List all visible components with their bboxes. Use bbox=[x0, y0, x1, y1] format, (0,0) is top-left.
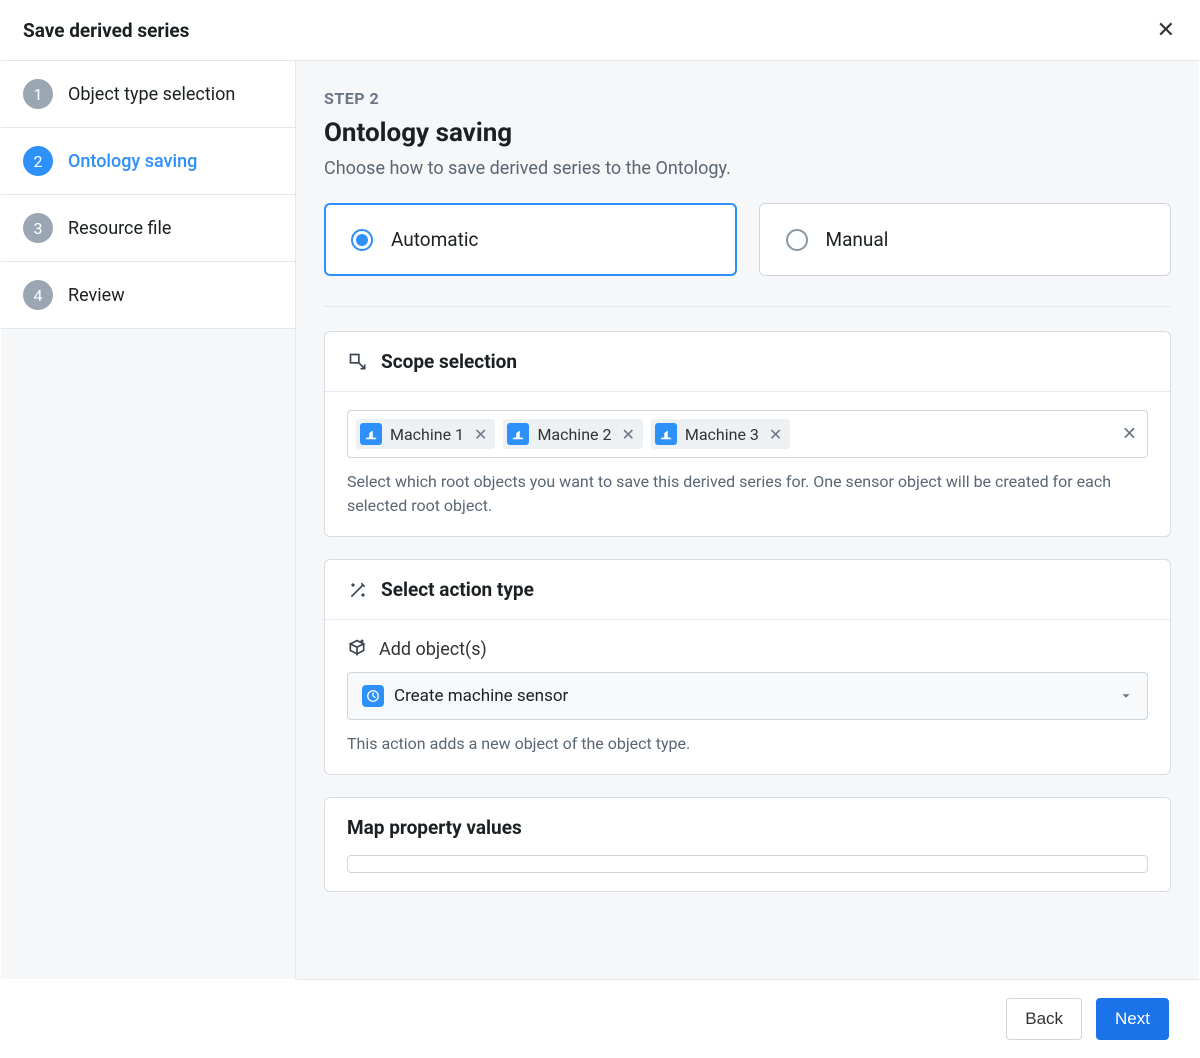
page-title: Ontology saving bbox=[324, 118, 1171, 148]
map-input-placeholder[interactable] bbox=[347, 855, 1148, 873]
dialog-body: 1 Object type selection 2 Ontology savin… bbox=[1, 61, 1199, 979]
page-subtitle: Choose how to save derived series to the… bbox=[324, 158, 1171, 179]
action-type-card: Select action type Add object(s) Create … bbox=[324, 559, 1171, 775]
chip-remove-icon[interactable]: ✕ bbox=[619, 425, 636, 444]
machine-icon bbox=[360, 423, 382, 445]
mode-automatic[interactable]: Automatic bbox=[324, 203, 737, 276]
chip-remove-icon[interactable]: ✕ bbox=[767, 425, 784, 444]
scope-chip: Machine 3 ✕ bbox=[651, 419, 790, 449]
save-mode-row: Automatic Manual bbox=[324, 203, 1171, 276]
chip-label: Machine 3 bbox=[685, 425, 759, 444]
machine-icon bbox=[507, 423, 529, 445]
card-header: Select action type bbox=[325, 560, 1170, 620]
add-objects-subhead: Add object(s) bbox=[347, 638, 1148, 660]
step-review[interactable]: 4 Review bbox=[1, 262, 295, 329]
subhead-label: Add object(s) bbox=[379, 639, 487, 660]
scope-icon bbox=[347, 351, 369, 373]
step-number: 1 bbox=[23, 79, 53, 109]
next-button[interactable]: Next bbox=[1096, 998, 1169, 1040]
step-kicker: STEP 2 bbox=[324, 89, 1171, 108]
card-title: Select action type bbox=[381, 578, 534, 601]
step-label: Review bbox=[68, 285, 125, 306]
card-title: Map property values bbox=[325, 798, 1170, 849]
divider bbox=[324, 306, 1171, 307]
chip-label: Machine 1 bbox=[390, 425, 464, 444]
step-object-type-selection[interactable]: 1 Object type selection bbox=[1, 61, 295, 128]
map-property-values-card: Map property values bbox=[324, 797, 1171, 892]
action-help-text: This action adds a new object of the obj… bbox=[347, 732, 1148, 756]
machine-icon bbox=[655, 423, 677, 445]
card-header: Scope selection bbox=[325, 332, 1170, 392]
chip-remove-icon[interactable]: ✕ bbox=[472, 425, 489, 444]
card-title: Scope selection bbox=[381, 350, 517, 373]
action-select[interactable]: Create machine sensor bbox=[347, 672, 1148, 720]
mode-manual[interactable]: Manual bbox=[759, 203, 1172, 276]
dialog-header: Save derived series ✕ bbox=[1, 1, 1199, 61]
sensor-icon bbox=[362, 685, 384, 707]
wand-icon bbox=[347, 579, 369, 601]
scope-selection-card: Scope selection Machine 1 ✕ bbox=[324, 331, 1171, 537]
close-icon[interactable]: ✕ bbox=[1157, 20, 1175, 42]
step-label: Resource file bbox=[68, 218, 171, 239]
select-value: Create machine sensor bbox=[394, 686, 1109, 706]
step-ontology-saving[interactable]: 2 Ontology saving bbox=[1, 128, 295, 195]
card-body: Machine 1 ✕ Machine 2 ✕ bbox=[325, 392, 1170, 536]
cube-plus-icon bbox=[347, 638, 369, 660]
back-button[interactable]: Back bbox=[1006, 998, 1082, 1040]
step-number: 4 bbox=[23, 280, 53, 310]
save-derived-series-dialog: Save derived series ✕ 1 Object type sele… bbox=[0, 0, 1200, 1058]
chevron-down-icon bbox=[1119, 689, 1133, 703]
card-body: Add object(s) Create machine sensor This… bbox=[325, 620, 1170, 774]
scope-help-text: Select which root objects you want to sa… bbox=[347, 470, 1148, 518]
scope-chip: Machine 1 ✕ bbox=[356, 419, 495, 449]
sidebar-fill bbox=[1, 329, 295, 979]
step-label: Object type selection bbox=[68, 84, 235, 105]
step-label: Ontology saving bbox=[68, 151, 197, 172]
clear-all-icon[interactable]: ✕ bbox=[1122, 424, 1137, 445]
step-number: 3 bbox=[23, 213, 53, 243]
dialog-title: Save derived series bbox=[23, 19, 189, 42]
step-resource-file[interactable]: 3 Resource file bbox=[1, 195, 295, 262]
card-body bbox=[325, 849, 1170, 891]
wizard-steps-sidebar: 1 Object type selection 2 Ontology savin… bbox=[1, 61, 296, 979]
chip-label: Machine 2 bbox=[537, 425, 611, 444]
dialog-footer: Back Next bbox=[297, 979, 1199, 1057]
main-panel: STEP 2 Ontology saving Choose how to sav… bbox=[296, 61, 1199, 979]
mode-label: Automatic bbox=[391, 228, 478, 251]
step-number: 2 bbox=[23, 146, 53, 176]
scope-input[interactable]: Machine 1 ✕ Machine 2 ✕ bbox=[347, 410, 1148, 458]
radio-icon bbox=[786, 229, 808, 251]
radio-icon bbox=[351, 229, 373, 251]
scope-chip: Machine 2 ✕ bbox=[503, 419, 642, 449]
mode-label: Manual bbox=[826, 228, 889, 251]
